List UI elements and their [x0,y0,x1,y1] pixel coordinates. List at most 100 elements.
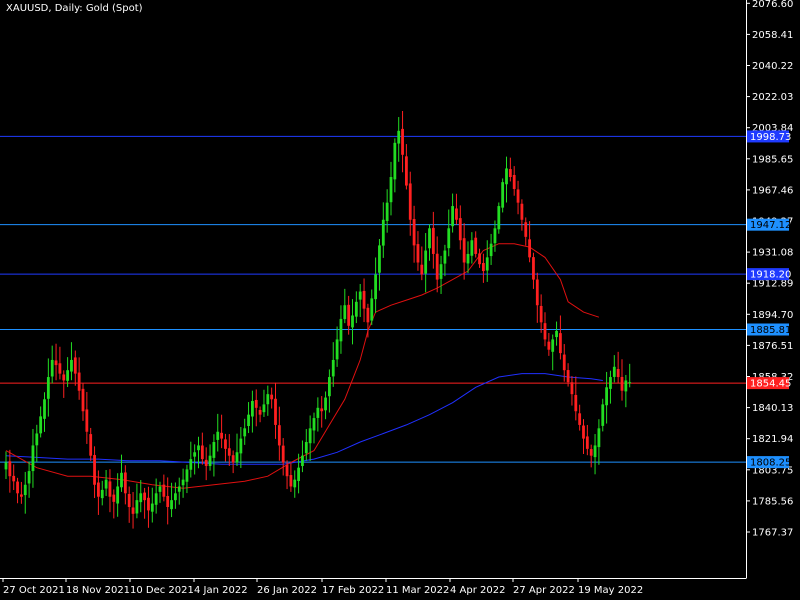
axes: 2076.602058.412040.222022.032003.841985.… [0,0,793,596]
candle-body [289,475,293,487]
candle-body [58,363,62,374]
y-tick-label: 2076.60 [752,0,793,10]
candle-body [505,168,508,185]
y-tick-label: 1931.08 [752,248,793,259]
candle-body [16,481,19,494]
x-tick-label: 17 Feb 2022 [322,585,384,596]
candle-body [139,493,143,503]
candles [4,111,632,529]
candle-body [177,486,181,492]
candle-body [528,239,531,258]
price-tag-label: 1918.20 [750,270,791,281]
candle-body [189,459,193,470]
candle-body [497,206,501,230]
candle-body [247,414,250,427]
candle-body [220,432,223,439]
candle-body [123,472,127,494]
candle-body [593,445,597,458]
candle-body [270,394,274,400]
candle-body [539,305,543,323]
candle-body [227,448,231,456]
candle-body [304,442,308,454]
candle-body [482,263,485,272]
y-tick-label: 2058.41 [752,30,793,41]
y-tick-label: 1985.65 [752,154,793,165]
candle-body [493,228,497,244]
candle-body [381,219,385,246]
candle-body [566,370,570,383]
price-tag-label: 1885.81 [750,325,791,336]
candle-body [185,469,189,482]
candle-body [393,142,397,180]
candle-body [524,222,528,237]
candle-body [285,465,289,477]
candle-body [216,431,220,440]
candle-body [262,404,266,413]
x-tick-label: 4 Jan 2022 [194,585,248,596]
candle-body [281,445,285,463]
candle-body [97,482,100,497]
candle-body [447,228,451,249]
x-tick-label: 27 Oct 2021 [3,585,65,596]
candle-body [108,481,112,497]
candle-body [354,301,358,317]
candle-body [609,377,612,389]
candle-body [43,399,46,419]
candle-body [27,471,31,484]
candle-body [501,182,505,208]
x-tick-label: 19 May 2022 [578,585,643,596]
candle-body [147,497,150,511]
candle-body [378,245,381,273]
candle-body [416,244,420,263]
candle-body [154,493,158,505]
candle-body [143,492,146,501]
candle-body [335,339,339,360]
candle-body [328,377,331,397]
x-tick-label: 4 Apr 2022 [450,585,505,596]
candle-body [559,333,562,354]
price-tag-label: 1947.12 [750,220,791,231]
candle-body [612,366,616,377]
price-tag-label: 1854.45 [750,379,791,390]
candle-body [466,253,470,264]
x-tick-label: 10 Dec 2021 [130,585,194,596]
candle-body [462,238,466,263]
candle-body [181,479,185,486]
candle-body [231,455,235,463]
candle-body [405,156,408,186]
candle-body [389,177,393,203]
candle-body [116,486,120,504]
candle-body [458,218,462,241]
candle-body [39,416,43,434]
y-tick-label: 2040.22 [752,61,793,72]
candle-body [401,128,404,155]
x-tick-label: 18 Nov 2021 [66,585,130,596]
y-tick-label: 1767.37 [752,528,793,539]
candle-body [512,175,516,189]
x-tick-label: 26 Jan 2022 [257,585,317,596]
candle-body [420,264,424,275]
candle-body [316,407,320,418]
candle-body [81,388,85,412]
candle-body [193,452,197,457]
candle-body [516,189,520,203]
candle-body [239,438,243,454]
candle-body [301,455,304,467]
y-tick-label: 1821.94 [752,434,793,445]
candle-body [455,208,458,220]
candle-body [478,253,481,265]
candle-body [150,503,154,512]
moving-averages [5,243,603,489]
candle-body [20,494,23,497]
y-tick-label: 1876.51 [752,341,793,352]
candle-body [489,243,493,257]
x-tick-label: 11 Mar 2022 [386,585,449,596]
candle-body [351,315,354,328]
candle-body [46,377,50,399]
candle-body [73,357,77,374]
candle-body [197,445,200,451]
y-tick-label: 1967.46 [752,185,793,196]
candle-body [358,291,362,300]
candle-body [374,274,377,300]
candle-body [589,449,593,456]
